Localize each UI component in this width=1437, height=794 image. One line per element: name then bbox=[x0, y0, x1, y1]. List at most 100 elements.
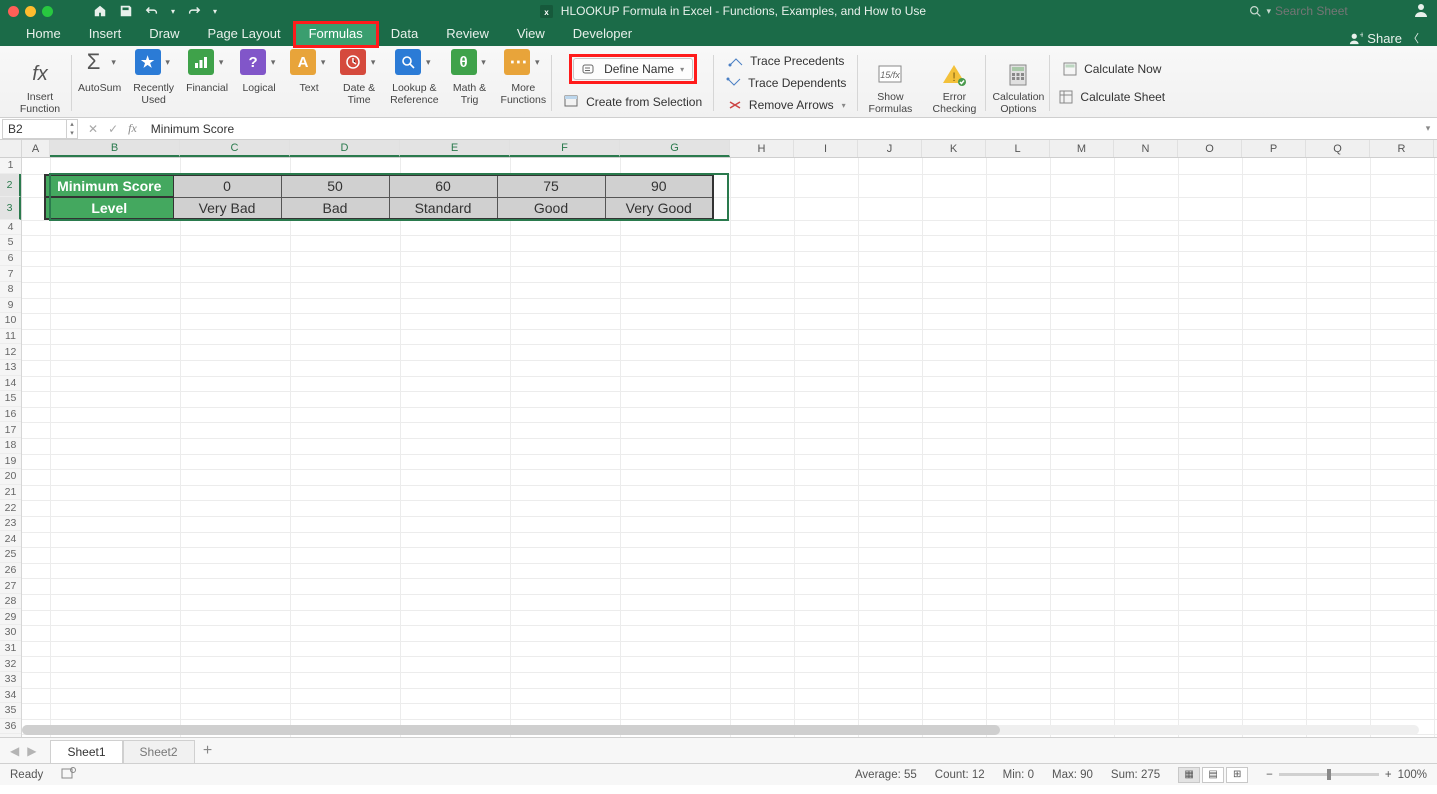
row-header-26[interactable]: 26 bbox=[0, 563, 21, 579]
row-header-19[interactable]: 19 bbox=[0, 454, 21, 470]
fx-icon[interactable]: fx bbox=[128, 121, 137, 136]
table-header-1[interactable]: Level bbox=[45, 197, 173, 219]
name-box-stepper[interactable]: ▴▾ bbox=[66, 119, 78, 139]
view-normal[interactable]: ▦ bbox=[1178, 767, 1200, 783]
financial-button[interactable] bbox=[188, 49, 214, 75]
text-dropdown[interactable]: ▾ bbox=[318, 49, 328, 75]
math-trig-button[interactable]: θ bbox=[451, 49, 477, 75]
row-header-30[interactable]: 30 bbox=[0, 625, 21, 641]
redo-icon[interactable] bbox=[187, 4, 201, 18]
zoom-in[interactable]: + bbox=[1385, 769, 1392, 781]
autosum-button[interactable]: Σ bbox=[81, 49, 107, 75]
remove-arrows-button[interactable]: Remove Arrows▾ bbox=[725, 96, 848, 115]
save-icon[interactable] bbox=[119, 4, 133, 18]
show-formulas-button[interactable]: 15/fx Show Formulas bbox=[864, 49, 916, 115]
col-header-J[interactable]: J bbox=[858, 140, 922, 157]
col-header-A[interactable]: A bbox=[22, 140, 50, 157]
date-time-button[interactable] bbox=[340, 49, 366, 75]
row-header-23[interactable]: 23 bbox=[0, 516, 21, 532]
row-header-18[interactable]: 18 bbox=[0, 438, 21, 454]
row-header-10[interactable]: 10 bbox=[0, 313, 21, 329]
table-cell[interactable]: Very Good bbox=[605, 197, 713, 219]
select-all-corner[interactable] bbox=[0, 140, 22, 157]
tab-developer[interactable]: Developer bbox=[559, 23, 646, 46]
col-header-B[interactable]: B bbox=[50, 140, 180, 157]
col-header-N[interactable]: N bbox=[1114, 140, 1178, 157]
maximize-window[interactable] bbox=[42, 6, 53, 17]
financial-dropdown[interactable]: ▾ bbox=[216, 49, 226, 75]
table-cell[interactable]: 60 bbox=[389, 175, 497, 197]
sheet-tab-2[interactable]: Sheet2 bbox=[123, 740, 195, 763]
macro-record-icon[interactable] bbox=[61, 766, 77, 783]
search-sheet[interactable]: ▾ bbox=[1249, 4, 1395, 18]
table-header-0[interactable]: Minimum Score bbox=[45, 175, 173, 197]
search-input[interactable] bbox=[1275, 4, 1395, 18]
collapse-ribbon[interactable]: 〈 bbox=[1408, 30, 1419, 46]
tab-home[interactable]: Home bbox=[12, 23, 75, 46]
row-header-31[interactable]: 31 bbox=[0, 641, 21, 657]
row-header-7[interactable]: 7 bbox=[0, 266, 21, 282]
sheet-tab-1[interactable]: Sheet1 bbox=[50, 740, 122, 763]
define-name-button[interactable]: Define Name ▾ bbox=[573, 58, 693, 80]
spreadsheet-grid[interactable]: ABCDEFGHIJKLMNOPQR 123456789101112131415… bbox=[0, 140, 1437, 737]
col-header-M[interactable]: M bbox=[1050, 140, 1114, 157]
row-header-1[interactable]: 1 bbox=[0, 158, 21, 174]
horizontal-scrollbar[interactable] bbox=[22, 723, 1419, 737]
row-header-25[interactable]: 25 bbox=[0, 547, 21, 563]
name-box[interactable]: B2 bbox=[2, 119, 66, 139]
row-header-21[interactable]: 21 bbox=[0, 485, 21, 501]
row-header-33[interactable]: 33 bbox=[0, 672, 21, 688]
accept-formula-icon[interactable]: ✓ bbox=[108, 122, 118, 136]
create-from-selection-button[interactable]: Create from Selection bbox=[562, 92, 704, 112]
undo-icon[interactable] bbox=[145, 4, 159, 18]
row-header-37[interactable]: 37 bbox=[0, 734, 21, 737]
row-header-5[interactable]: 5 bbox=[0, 235, 21, 251]
row-header-11[interactable]: 11 bbox=[0, 329, 21, 345]
col-header-D[interactable]: D bbox=[290, 140, 400, 157]
home-icon[interactable] bbox=[93, 4, 107, 18]
logical-dropdown[interactable]: ▾ bbox=[268, 49, 278, 75]
recently-used-dropdown[interactable]: ▾ bbox=[163, 49, 173, 75]
row-header-35[interactable]: 35 bbox=[0, 703, 21, 719]
cells-area[interactable]: Minimum Score050607590LevelVery BadBadSt… bbox=[22, 158, 1437, 737]
sheet-nav-prev[interactable]: ◀ bbox=[6, 744, 23, 758]
add-sheet-button[interactable]: + bbox=[195, 742, 221, 760]
row-header-24[interactable]: 24 bbox=[0, 531, 21, 547]
math-trig-dropdown[interactable]: ▾ bbox=[479, 49, 489, 75]
col-header-F[interactable]: F bbox=[510, 140, 620, 157]
col-header-Q[interactable]: Q bbox=[1306, 140, 1370, 157]
table-cell[interactable]: Good bbox=[497, 197, 605, 219]
close-window[interactable] bbox=[8, 6, 19, 17]
table-cell[interactable]: 0 bbox=[173, 175, 281, 197]
row-header-28[interactable]: 28 bbox=[0, 594, 21, 610]
table-cell[interactable]: 50 bbox=[281, 175, 389, 197]
row-header-20[interactable]: 20 bbox=[0, 469, 21, 485]
trace-precedents-button[interactable]: Trace Precedents bbox=[726, 51, 846, 70]
error-checking-button[interactable]: ! Error Checking bbox=[928, 49, 980, 115]
col-header-G[interactable]: G bbox=[620, 140, 730, 157]
tab-formulas[interactable]: Formulas bbox=[295, 23, 377, 46]
cancel-formula-icon[interactable]: ✕ bbox=[88, 122, 98, 136]
table-cell[interactable]: 75 bbox=[497, 175, 605, 197]
view-page-break[interactable]: ⊞ bbox=[1226, 767, 1248, 783]
trace-dependents-button[interactable]: Trace Dependents bbox=[724, 73, 848, 92]
row-header-32[interactable]: 32 bbox=[0, 656, 21, 672]
zoom-level[interactable]: 100% bbox=[1398, 769, 1427, 781]
calculate-now-button[interactable]: Calculate Now bbox=[1060, 59, 1163, 79]
row-header-34[interactable]: 34 bbox=[0, 687, 21, 703]
share-button[interactable]: +Share bbox=[1349, 31, 1402, 46]
row-header-36[interactable]: 36 bbox=[0, 719, 21, 735]
row-header-29[interactable]: 29 bbox=[0, 609, 21, 625]
row-header-13[interactable]: 13 bbox=[0, 360, 21, 376]
date-time-dropdown[interactable]: ▾ bbox=[368, 49, 378, 75]
col-header-L[interactable]: L bbox=[986, 140, 1050, 157]
col-header-H[interactable]: H bbox=[730, 140, 794, 157]
row-header-14[interactable]: 14 bbox=[0, 376, 21, 392]
tab-draw[interactable]: Draw bbox=[135, 23, 193, 46]
tab-review[interactable]: Review bbox=[432, 23, 503, 46]
data-table[interactable]: Minimum Score050607590LevelVery BadBadSt… bbox=[44, 174, 714, 220]
row-header-15[interactable]: 15 bbox=[0, 391, 21, 407]
table-cell[interactable]: 90 bbox=[605, 175, 713, 197]
insert-function-button[interactable]: fx Insert Function bbox=[14, 49, 66, 115]
col-header-R[interactable]: R bbox=[1370, 140, 1434, 157]
